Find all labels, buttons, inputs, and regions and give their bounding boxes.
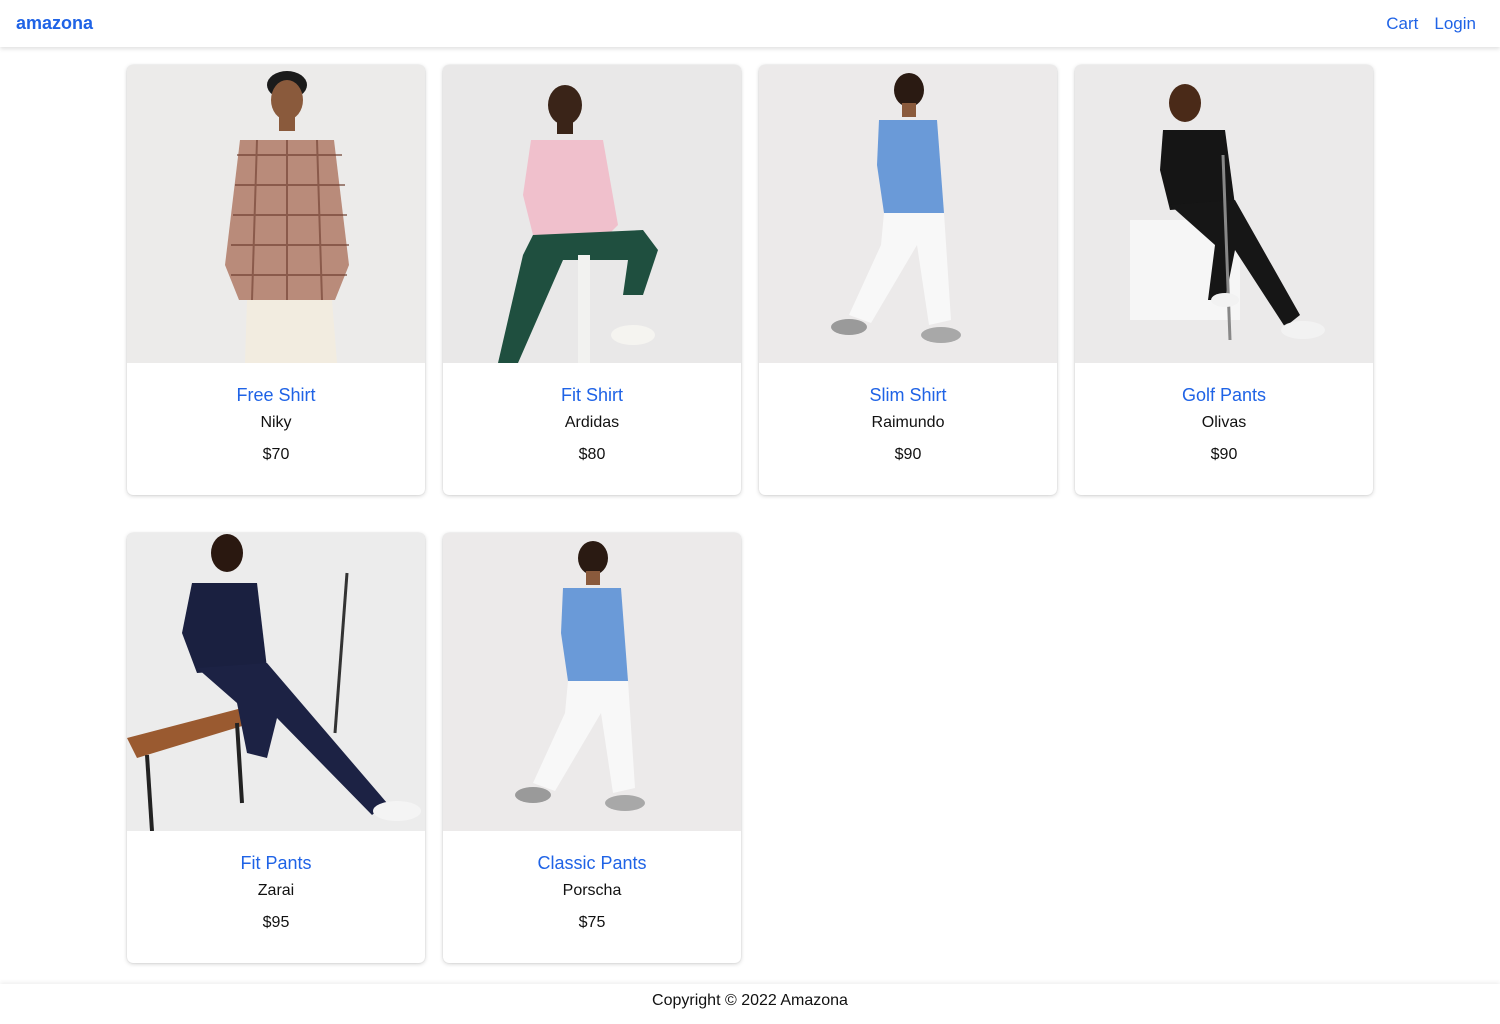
product-price: $90 — [1210, 446, 1238, 463]
product-card: Classic Pants Porscha $75 — [443, 533, 741, 963]
product-name-link[interactable]: Golf Pants — [1075, 385, 1373, 406]
product-card: Fit Shirt Ardidas $80 — [443, 65, 741, 495]
product-name-link[interactable]: Free Shirt — [127, 385, 425, 406]
top-navbar: amazona Cart Login — [0, 0, 1500, 47]
product-price: $90 — [894, 446, 922, 463]
product-image[interactable] — [759, 65, 1057, 363]
product-image[interactable] — [443, 65, 741, 363]
product-price: $70 — [262, 446, 290, 463]
brand-logo-link[interactable]: amazona — [16, 13, 93, 34]
product-name-link[interactable]: Fit Pants — [127, 853, 425, 874]
product-price: $80 — [578, 446, 606, 463]
product-name-link[interactable]: Fit Shirt — [443, 385, 741, 406]
cart-link[interactable]: Cart — [1386, 14, 1418, 34]
product-brand: Raimundo — [871, 414, 945, 431]
product-price: $95 — [262, 914, 290, 931]
product-image[interactable] — [127, 533, 425, 831]
product-name-link[interactable]: Classic Pants — [443, 853, 741, 874]
product-image[interactable] — [1075, 65, 1373, 363]
product-image[interactable] — [443, 533, 741, 831]
product-brand: Olivas — [1201, 414, 1247, 431]
product-brand: Zarai — [257, 882, 295, 899]
product-image[interactable] — [127, 65, 425, 363]
product-brand: Niky — [260, 414, 292, 431]
nav-links: Cart Login — [1386, 14, 1476, 34]
product-card: Golf Pants Olivas $90 — [1075, 65, 1373, 495]
login-link[interactable]: Login — [1434, 14, 1476, 34]
product-price: $75 — [578, 914, 606, 931]
product-card: Slim Shirt Raimundo $90 — [759, 65, 1057, 495]
product-brand: Porscha — [562, 882, 622, 899]
product-brand: Ardidas — [564, 414, 620, 431]
product-card: Free Shirt Niky $70 — [127, 65, 425, 495]
footer: Copyright © 2022 Amazona — [0, 984, 1500, 1024]
product-card: Fit Pants Zarai $95 — [127, 533, 425, 963]
copyright-text: Copyright © 2022 Amazona — [652, 992, 848, 1009]
product-name-link[interactable]: Slim Shirt — [759, 385, 1057, 406]
